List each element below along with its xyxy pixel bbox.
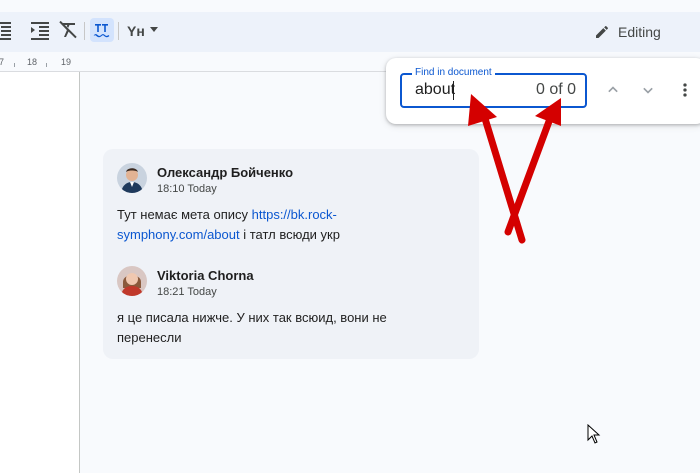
- decrease-indent-icon[interactable]: [0, 18, 14, 42]
- chevron-down-icon[interactable]: [638, 80, 658, 100]
- find-input-value[interactable]: about: [415, 81, 455, 99]
- avatar: [117, 266, 147, 296]
- pencil-icon: [594, 24, 610, 40]
- toolbar: Yн Editing: [0, 12, 700, 52]
- increase-indent-icon[interactable]: [28, 18, 52, 42]
- ruler-label: 7: [0, 57, 5, 67]
- find-match-count: 0 of 0: [535, 81, 576, 98]
- chevron-up-icon[interactable]: [603, 80, 623, 100]
- comment-text: Тут немає мета опису https://bk.rock-sym…: [117, 205, 367, 245]
- avatar: [117, 163, 147, 193]
- find-input-field[interactable]: Find in document about 0 of 0: [400, 67, 587, 108]
- document-page[interactable]: [0, 72, 80, 473]
- comment-thread[interactable]: Олександр Бойченко 18:10 Today Тут немає…: [103, 149, 479, 359]
- find-in-document-dialog: Find in document about 0 of 0: [386, 58, 700, 124]
- comment-timestamp: 18:10 Today: [157, 183, 217, 195]
- input-tools-button[interactable]: Yн: [127, 23, 145, 39]
- editing-mode-button[interactable]: Editing: [594, 20, 661, 44]
- ruler-label: 18: [27, 57, 38, 67]
- comment-timestamp: 18:21 Today: [157, 286, 217, 298]
- comment-text-part: і татл всюди укр: [239, 227, 340, 242]
- comment-text-part: Тут немає мета опису: [117, 207, 252, 222]
- toolbar-divider: [118, 22, 119, 40]
- comment-author: Viktoria Chorna: [157, 268, 254, 283]
- ruler-tick: [46, 63, 47, 67]
- ruler-label: 19: [61, 57, 72, 67]
- ruler-tick: [14, 63, 15, 67]
- clear-formatting-icon[interactable]: [56, 18, 80, 42]
- mouse-pointer-icon: [587, 424, 601, 444]
- text-cursor: [453, 81, 454, 100]
- spellcheck-icon[interactable]: [90, 18, 114, 42]
- editing-label: Editing: [618, 24, 661, 40]
- toolbar-divider: [84, 22, 85, 40]
- comment-text: я це писала нижче. У них так всюид, вони…: [117, 310, 387, 345]
- dropdown-caret-icon[interactable]: [150, 27, 158, 32]
- more-vert-icon[interactable]: [675, 80, 695, 100]
- comment-author: Олександр Бойченко: [157, 165, 294, 180]
- find-input-label: Find in document: [412, 67, 495, 79]
